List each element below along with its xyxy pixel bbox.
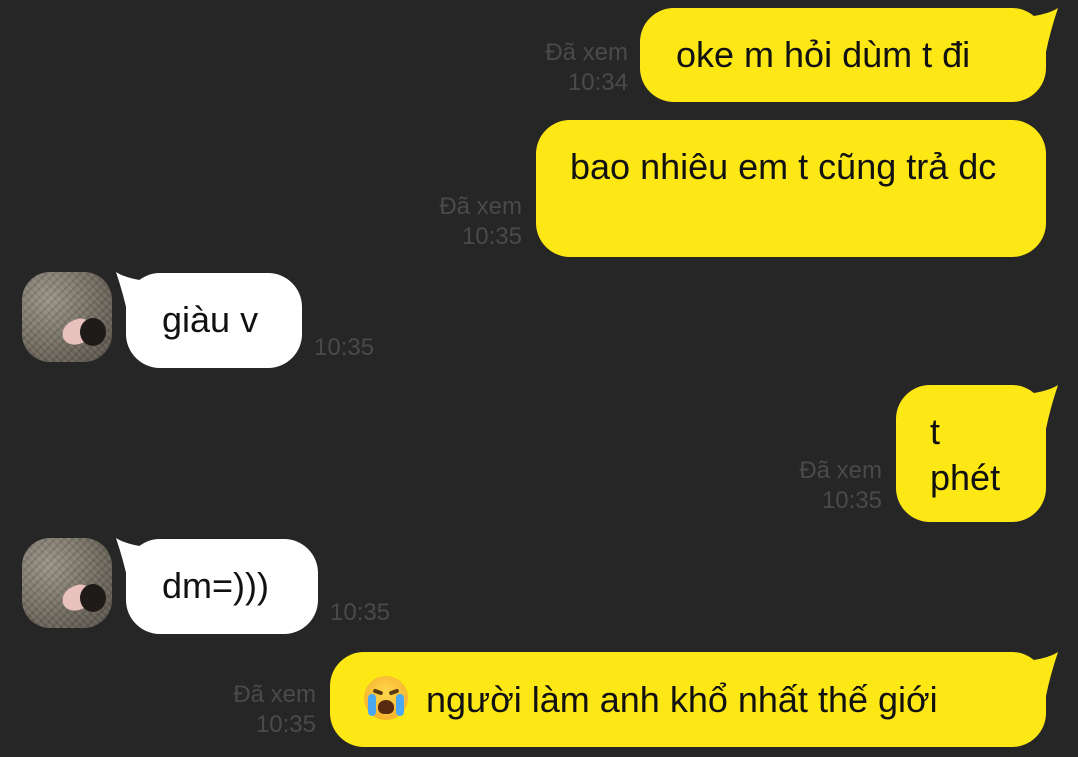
- message-text: bao nhiêu em t cũng trả dc: [570, 146, 997, 187]
- message-text: oke m hỏi dùm t đi: [676, 34, 971, 75]
- message-text: người làm anh khổ nhất thế giới: [426, 679, 938, 720]
- message-text: giàu v: [162, 299, 259, 340]
- message-meta: 10:35: [330, 598, 390, 628]
- read-status: Đã xem: [799, 457, 882, 484]
- message-text: t phét: [930, 411, 1001, 498]
- message-time: 10:34: [567, 69, 628, 96]
- message-meta: 10:35: [314, 333, 374, 363]
- read-status: Đã xem: [439, 193, 522, 220]
- message-meta: Đã xem 10:34: [545, 38, 628, 98]
- bubble-tail: [1016, 8, 1058, 52]
- message-time: 10:35: [255, 711, 316, 738]
- read-status: Đã xem: [545, 39, 628, 66]
- contact-avatar[interactable]: [22, 538, 112, 628]
- message-meta: Đã xem 10:35: [233, 680, 316, 740]
- message-time: 10:35: [461, 223, 522, 250]
- loudly-crying-face-icon: [364, 676, 408, 720]
- message-time: 10:35: [314, 334, 375, 361]
- message-time: 10:35: [821, 487, 882, 514]
- outgoing-message-bubble[interactable]: người làm anh khổ nhất thế giới: [330, 652, 1046, 747]
- outgoing-message-bubble[interactable]: oke m hỏi dùm t đi: [640, 8, 1046, 102]
- incoming-message-bubble[interactable]: giàu v: [126, 273, 302, 368]
- message-time: 10:35: [330, 599, 391, 626]
- read-status: Đã xem: [233, 681, 316, 708]
- bubble-tail: [1016, 385, 1058, 429]
- outgoing-message-bubble[interactable]: bao nhiêu em t cũng trả dc: [536, 120, 1046, 257]
- message-meta: Đã xem 10:35: [439, 192, 522, 252]
- message-meta: Đã xem 10:35: [799, 456, 882, 516]
- contact-avatar[interactable]: [22, 272, 112, 362]
- bubble-tail: [1016, 652, 1058, 696]
- message-text: dm=))): [162, 565, 269, 606]
- incoming-message-bubble[interactable]: dm=))): [126, 539, 318, 634]
